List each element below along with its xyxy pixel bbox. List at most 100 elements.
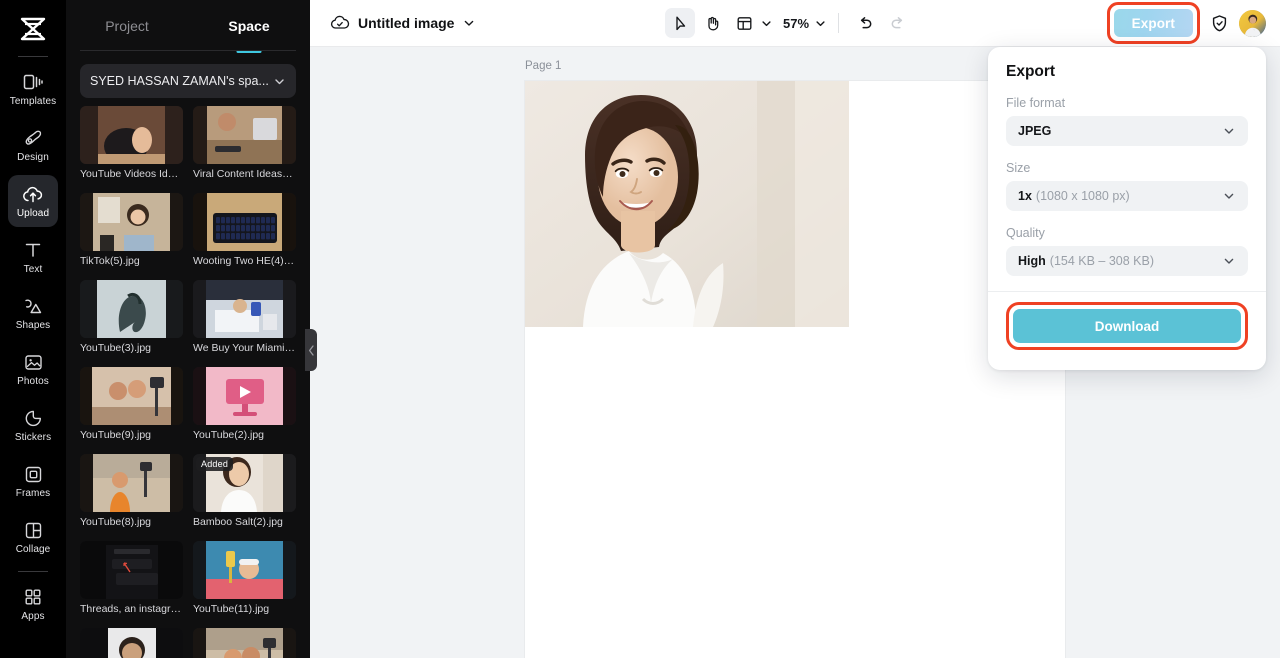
toolbar-right-group: Export — [1106, 2, 1266, 44]
export-button[interactable]: Export — [1113, 9, 1193, 37]
app-root: Templates Design Upload Text Shapes Phot… — [0, 0, 1280, 658]
thumbnail-preview[interactable] — [80, 628, 183, 658]
quality-select[interactable]: High (154 KB – 308 KB) — [1006, 246, 1248, 276]
apps-grid-icon — [24, 587, 42, 608]
page-layout-control[interactable] — [729, 8, 773, 38]
left-rail: Templates Design Upload Text Shapes Phot… — [0, 0, 66, 658]
zoom-level-value: 57% — [783, 15, 810, 31]
tab-project[interactable]: Project — [66, 0, 188, 51]
quality-value: High — [1018, 254, 1046, 268]
thumbnail-preview[interactable] — [193, 106, 296, 164]
chevron-down-icon — [1222, 254, 1236, 268]
shield-check-icon[interactable] — [1210, 14, 1229, 33]
export-panel-title: Export — [1006, 63, 1056, 80]
sidebar-label: Templates — [9, 95, 57, 107]
collage-icon — [24, 520, 43, 541]
panel-tabs: Project Space — [66, 0, 310, 51]
media-thumbnail-item[interactable]: YouTube(3).jpg — [80, 280, 183, 355]
chevron-down-icon[interactable] — [760, 17, 773, 30]
document-title[interactable]: Untitled image — [358, 15, 454, 31]
sidebar-item-photos[interactable]: Photos — [8, 343, 58, 395]
thumbnail-preview[interactable] — [80, 367, 183, 425]
redo-icon[interactable] — [882, 8, 912, 38]
cursor-arrow-icon[interactable] — [665, 8, 695, 38]
sidebar-item-upload[interactable]: Upload — [8, 175, 58, 227]
page-label: Page 1 — [525, 60, 562, 72]
size-select[interactable]: 1x (1080 x 1080 px) — [1006, 181, 1248, 211]
sidebar-item-design[interactable]: Design — [8, 119, 58, 171]
media-thumbnail-item[interactable]: Viral Content Ideas(7... — [193, 106, 296, 181]
media-thumbnail-grid: YouTube Videos Idea... Viral Content Idea… — [66, 106, 310, 658]
rail-divider-bottom — [18, 571, 48, 572]
quality-label: Quality — [1006, 226, 1045, 240]
chevron-down-icon[interactable] — [814, 17, 827, 30]
thumbnail-preview[interactable] — [193, 193, 296, 251]
page-layout-icon[interactable] — [729, 8, 759, 38]
thumbnail-preview[interactable] — [80, 106, 183, 164]
chevron-down-icon[interactable] — [462, 16, 476, 30]
media-thumbnail-item[interactable]: TikTok(5).jpg — [80, 193, 183, 268]
file-format-value: JPEG — [1018, 124, 1052, 138]
thumbnail-preview[interactable] — [193, 280, 296, 338]
added-badge: Added — [196, 457, 234, 471]
media-thumbnail-item[interactable]: Threads, an instagra... — [80, 541, 183, 616]
media-thumbnail-item[interactable]: We Buy Your Miami ... — [193, 280, 296, 355]
sidebar-item-text[interactable]: Text — [8, 231, 58, 283]
media-thumbnail-item[interactable] — [80, 628, 183, 658]
thumbnail-preview[interactable] — [193, 367, 296, 425]
templates-icon — [23, 72, 43, 93]
thumbnail-preview[interactable] — [80, 541, 183, 599]
chevron-down-icon — [1222, 189, 1236, 203]
toolbar-center-group: 57% — [665, 8, 912, 38]
hand-icon[interactable] — [697, 8, 727, 38]
media-thumbnail-item[interactable]: YouTube(8).jpg — [80, 454, 183, 529]
sidebar-item-templates[interactable]: Templates — [8, 63, 58, 115]
undo-icon[interactable] — [850, 8, 880, 38]
canvas-photo-element[interactable] — [525, 81, 849, 327]
canvas-page[interactable] — [525, 81, 1065, 658]
media-thumbnail-item[interactable]: Wooting Two HE(4).j... — [193, 193, 296, 268]
sidebar-label: Photos — [17, 375, 49, 387]
media-thumbnail-item[interactable]: Added Bamboo Salt(2).jpg — [193, 454, 296, 529]
thumbnail-preview[interactable] — [193, 541, 296, 599]
tabs-divider — [80, 50, 296, 51]
thumbnail-filename: YouTube(11).jpg — [193, 603, 270, 615]
thumbnail-preview[interactable] — [80, 280, 183, 338]
toolbar-divider — [838, 13, 840, 33]
sidebar-item-stickers[interactable]: Stickers — [8, 399, 58, 451]
cloud-saved-icon[interactable] — [330, 14, 350, 32]
media-thumbnail-item[interactable] — [193, 628, 296, 658]
sidebar-item-shapes[interactable]: Shapes — [8, 287, 58, 339]
export-popover: Export File format JPEG Size 1x (1080 x … — [988, 47, 1266, 370]
quality-detail: (154 KB – 308 KB) — [1049, 254, 1155, 268]
file-format-select[interactable]: JPEG — [1006, 116, 1248, 146]
media-thumbnail-item[interactable]: YouTube(2).jpg — [193, 367, 296, 442]
sidebar-label: Stickers — [14, 431, 52, 443]
media-thumbnail-item[interactable]: YouTube(9).jpg — [80, 367, 183, 442]
thumbnail-preview[interactable] — [193, 628, 296, 658]
thumbnail-preview[interactable] — [80, 193, 183, 251]
tab-space[interactable]: Space — [188, 0, 310, 51]
space-selector[interactable]: SYED HASSAN ZAMAN's spa... — [80, 64, 296, 98]
thumbnail-preview[interactable] — [80, 454, 183, 512]
toolbar-left-group: Untitled image — [310, 14, 476, 32]
media-thumbnail-item[interactable]: YouTube Videos Idea... — [80, 106, 183, 181]
chevron-down-icon — [1222, 124, 1236, 138]
frames-icon — [24, 464, 43, 485]
sidebar-item-collage[interactable]: Collage — [8, 511, 58, 563]
capcut-logo-icon[interactable] — [9, 8, 57, 50]
sidebar-label: Apps — [21, 610, 45, 622]
zoom-control[interactable]: 57% — [775, 16, 827, 31]
download-button[interactable]: Download — [1013, 309, 1241, 343]
sidebar-item-apps[interactable]: Apps — [8, 578, 58, 630]
thumbnail-filename: YouTube Videos Idea... — [80, 168, 183, 180]
sidebar-item-frames[interactable]: Frames — [8, 455, 58, 507]
panel-collapse-handle[interactable] — [305, 329, 317, 371]
text-icon — [24, 240, 42, 261]
thumbnail-filename: TikTok(5).jpg — [80, 255, 140, 267]
media-thumbnail-item[interactable]: YouTube(11).jpg — [193, 541, 296, 616]
thumbnail-preview[interactable]: Added — [193, 454, 296, 512]
size-label: Size — [1006, 161, 1031, 175]
top-toolbar: Untitled image 57% Export — [310, 0, 1280, 47]
user-avatar[interactable] — [1239, 9, 1266, 37]
